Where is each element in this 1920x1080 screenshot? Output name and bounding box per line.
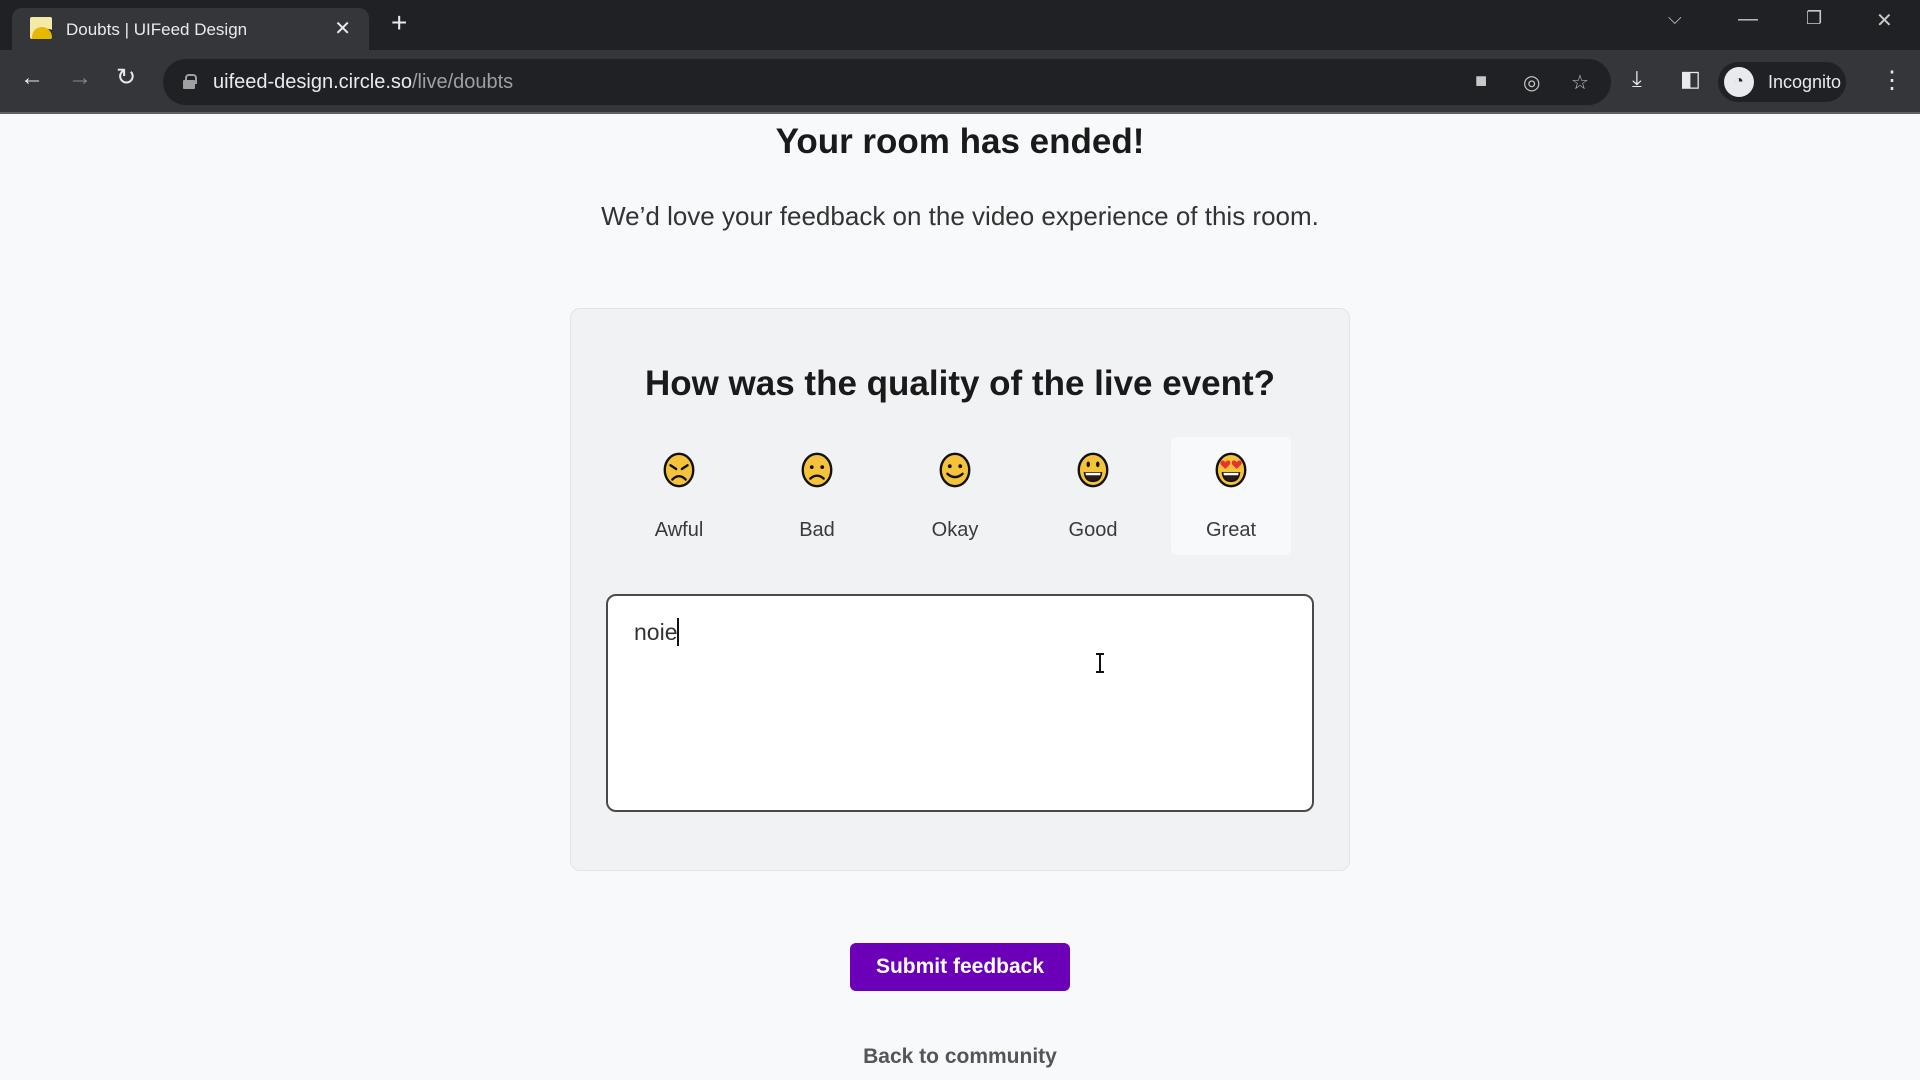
feedback-comment-input[interactable]: noie <box>606 594 1314 812</box>
tab-title: Doubts | UIFeed Design <box>66 20 248 39</box>
slightly-smiling-face-icon <box>939 452 971 488</box>
minimize-icon[interactable]: — <box>1738 8 1758 31</box>
eye-off-icon[interactable]: ◎ <box>1523 70 1540 95</box>
comment-value: noie <box>634 619 678 645</box>
rating-label: Awful <box>654 519 704 541</box>
heart-eyes-face-icon <box>1215 452 1247 488</box>
url-domain: uifeed-design.circle.so <box>213 71 412 93</box>
restore-icon[interactable]: ❐ <box>1806 8 1822 29</box>
tab-close-icon[interactable]: ✕ <box>334 16 351 41</box>
comment-text: noie <box>634 618 680 646</box>
rating-bad[interactable]: Bad <box>757 437 877 555</box>
text-cursor-icon <box>1096 653 1104 673</box>
new-tab-icon[interactable]: + <box>391 9 407 37</box>
side-panel-icon[interactable]: ◧ <box>1680 66 1701 92</box>
close-window-icon[interactable]: ✕ <box>1876 8 1893 33</box>
browser-tab[interactable]: Doubts | UIFeed Design ✕ <box>12 8 369 50</box>
rating-label: Good <box>1068 519 1118 541</box>
rating-label: Bad <box>799 519 835 541</box>
profile-button[interactable]: ◔ Incognito <box>1718 62 1846 102</box>
lock-icon[interactable] <box>183 74 197 89</box>
text-caret <box>677 618 680 646</box>
reload-icon[interactable]: ↻ <box>116 66 136 90</box>
profile-label: Incognito <box>1768 72 1842 92</box>
incognito-icon: ◔ <box>1724 67 1754 97</box>
page-title: Your room has ended! <box>775 122 1145 161</box>
tab-search-chevron-icon[interactable]: ⌵ <box>1668 8 1682 29</box>
rating-label: Okay <box>931 519 979 541</box>
forward-arrow-icon[interactable]: → <box>68 66 92 90</box>
tab-strip: Doubts | UIFeed Design ✕ + ⌵ — ❐ ✕ <box>0 0 1920 50</box>
kebab-menu-icon[interactable]: ⋮ <box>1880 66 1904 95</box>
back-to-community-link[interactable]: Back to community <box>0 1045 1920 1069</box>
url-path: /live/doubts <box>412 71 514 93</box>
angry-face-icon <box>663 452 695 488</box>
rating-label: Great <box>1205 519 1257 541</box>
page-subtitle: We’d love your feedback on the video exp… <box>601 201 1319 231</box>
submit-feedback-button[interactable]: Submit feedback <box>850 943 1070 991</box>
back-arrow-icon[interactable]: ← <box>20 66 44 90</box>
download-icon[interactable]: ⤓ <box>1632 66 1642 92</box>
url-text[interactable]: uifeed-design.circle.so/live/doubts <box>213 71 513 94</box>
rating-awful[interactable]: Awful <box>619 437 739 555</box>
site-favicon-icon <box>30 17 52 39</box>
bookmark-star-icon[interactable]: ☆ <box>1571 70 1589 95</box>
rating-options: Awful Bad Okay Good Great <box>619 437 1309 557</box>
rating-great[interactable]: Great <box>1171 437 1291 555</box>
feedback-question: How was the quality of the live event? <box>644 364 1276 403</box>
address-bar[interactable]: uifeed-design.circle.so/live/doubts ■ ◎ … <box>163 59 1611 105</box>
frowning-face-icon <box>801 452 833 488</box>
feedback-card: How was the quality of the live event? A… <box>570 308 1350 871</box>
rating-okay[interactable]: Okay <box>895 437 1015 555</box>
camera-icon[interactable]: ■ <box>1475 70 1487 93</box>
rating-good[interactable]: Good <box>1033 437 1153 555</box>
grinning-face-icon <box>1077 452 1109 488</box>
